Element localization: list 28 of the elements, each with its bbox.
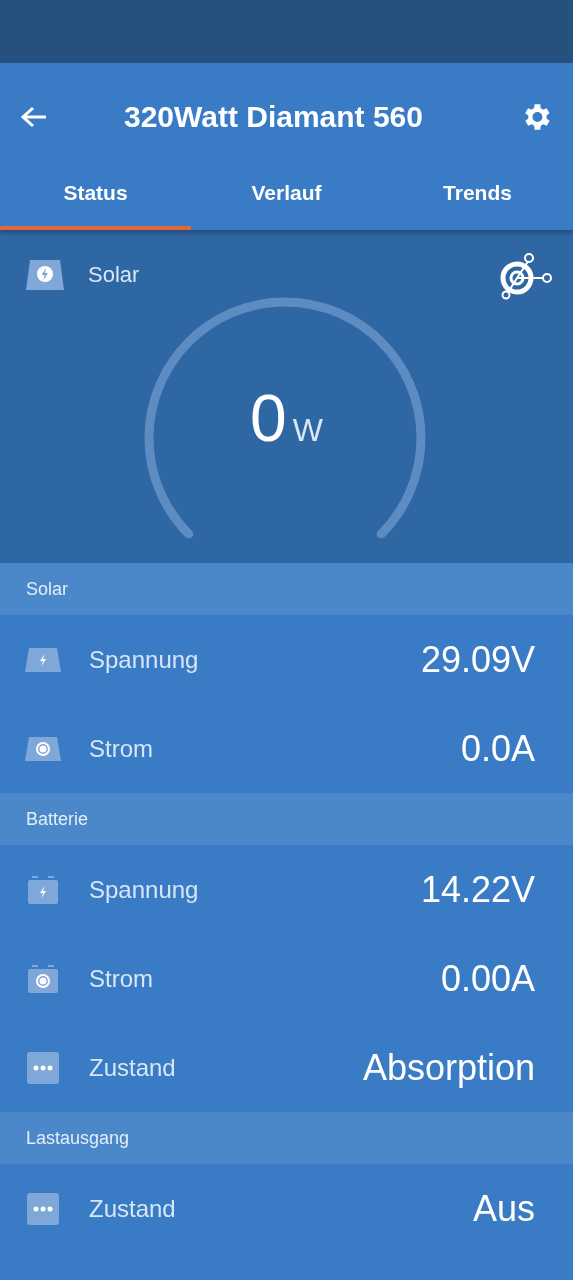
- network-icon[interactable]: [499, 252, 555, 300]
- more-dots-icon: [24, 1192, 62, 1225]
- more-dots-icon: [24, 1051, 62, 1084]
- row-label: Strom: [89, 964, 154, 993]
- section-title: Solar: [26, 578, 69, 600]
- tab[interactable]: Verlauf: [191, 170, 382, 230]
- row-value: Aus: [472, 1187, 535, 1230]
- gauge-label: Solar: [88, 262, 140, 288]
- section-title: Batterie: [26, 808, 89, 830]
- row-label: Strom: [89, 734, 154, 763]
- tab[interactable]: Trends: [382, 170, 573, 230]
- row-value: 29.09V: [420, 638, 535, 681]
- row-label: Zustand: [89, 1053, 177, 1082]
- solar-panel-bolt-icon: [24, 645, 62, 674]
- section-title: Lastausgang: [26, 1127, 130, 1149]
- row-value: Absorption: [362, 1046, 535, 1089]
- row-value: 14.22V: [420, 868, 535, 911]
- device-title: 320Watt Diamant 560: [123, 99, 424, 134]
- row-label: Spannung: [89, 875, 200, 904]
- row-value: 0.0A: [460, 727, 535, 770]
- row-label: Zustand: [89, 1194, 177, 1223]
- row-label: Spannung: [89, 645, 200, 674]
- power-unit: W: [292, 412, 323, 449]
- solar-panel-ring-icon: [24, 734, 62, 763]
- solar-panel-bolt-icon: [26, 260, 64, 290]
- back-arrow-icon[interactable]: [20, 104, 48, 129]
- power-value: 0: [250, 380, 287, 456]
- row-value: 0.00A: [440, 957, 535, 1000]
